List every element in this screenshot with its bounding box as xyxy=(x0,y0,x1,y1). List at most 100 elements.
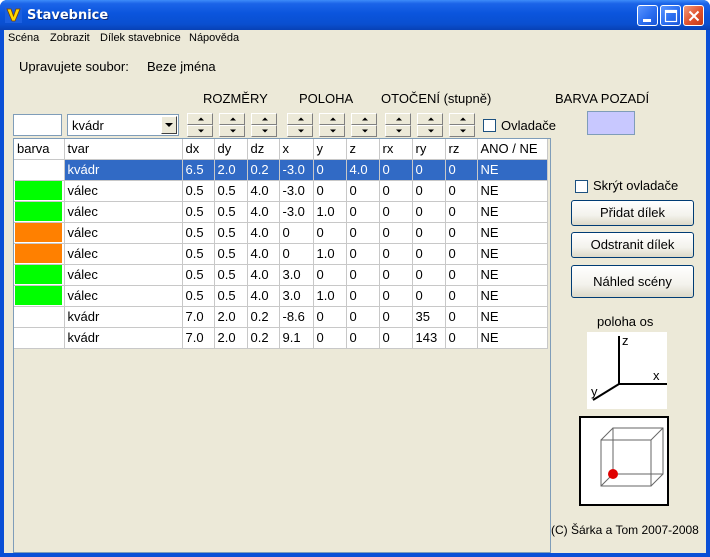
table-cell[interactable]: válec xyxy=(64,201,183,223)
table-cell[interactable]: 0 xyxy=(379,159,413,181)
table-cell[interactable]: 0 xyxy=(412,243,446,265)
spin-down-button[interactable] xyxy=(351,125,377,137)
menu-dilek-stavebnice[interactable]: Dílek stavebnice xyxy=(100,32,181,44)
table-cell[interactable]: 4.0 xyxy=(247,285,280,307)
color-cell[interactable] xyxy=(14,201,65,223)
table-cell[interactable]: 0 xyxy=(313,327,347,349)
table-cell[interactable]: 2.0 xyxy=(214,306,248,328)
spinner-ry[interactable] xyxy=(417,113,443,137)
table-cell[interactable]: 0 xyxy=(445,264,478,286)
table-cell[interactable]: 0.5 xyxy=(182,285,215,307)
table-cell[interactable]: -3.0 xyxy=(279,201,314,223)
table-cell[interactable]: 3.0 xyxy=(279,285,314,307)
spin-up-button[interactable] xyxy=(417,113,443,125)
table-cell[interactable]: kvádr xyxy=(64,327,183,349)
table-cell[interactable]: NE xyxy=(477,306,548,328)
table-cell[interactable]: 4.0 xyxy=(247,180,280,202)
color-cell[interactable] xyxy=(14,327,65,349)
spin-down-button[interactable] xyxy=(251,125,277,137)
spin-down-button[interactable] xyxy=(417,125,443,137)
spin-down-button[interactable] xyxy=(219,125,245,137)
table-cell[interactable]: válec xyxy=(64,180,183,202)
table-cell[interactable]: 0 xyxy=(313,306,347,328)
table-cell[interactable]: 0.5 xyxy=(182,264,215,286)
table-cell[interactable]: NE xyxy=(477,159,548,181)
table-cell[interactable]: 0.2 xyxy=(247,159,280,181)
menu-napoveda[interactable]: Nápověda xyxy=(189,32,239,44)
table-cell[interactable]: 0.2 xyxy=(247,327,280,349)
spin-down-button[interactable] xyxy=(319,125,345,137)
table-row[interactable]: válec 0.5 0.5 4.0 -3.0 1.0 0 0 0 0 NE xyxy=(14,201,548,223)
spinner-rx[interactable] xyxy=(385,113,411,137)
table-cell[interactable]: 7.0 xyxy=(182,327,215,349)
spinner-dy[interactable] xyxy=(219,113,245,137)
shape-color-box[interactable] xyxy=(13,114,62,136)
col-z[interactable]: z xyxy=(346,139,380,160)
spin-down-button[interactable] xyxy=(287,125,313,137)
table-cell[interactable]: 1.0 xyxy=(313,285,347,307)
close-button[interactable] xyxy=(683,5,704,26)
color-cell[interactable] xyxy=(14,180,65,202)
table-cell[interactable]: NE xyxy=(477,285,548,307)
table-row[interactable]: kvádr 7.0 2.0 0.2 -8.6 0 0 0 35 0 NE xyxy=(14,306,548,328)
spin-up-button[interactable] xyxy=(287,113,313,125)
table-row[interactable]: válec 0.5 0.5 4.0 3.0 0 0 0 0 0 NE xyxy=(14,264,548,286)
table-cell[interactable]: 0 xyxy=(445,306,478,328)
spin-down-button[interactable] xyxy=(449,125,475,137)
table-cell[interactable]: 0.5 xyxy=(214,285,248,307)
table-cell[interactable]: válec xyxy=(64,285,183,307)
title-bar[interactable]: Stavebnice xyxy=(0,0,710,30)
spinner-dx[interactable] xyxy=(187,113,213,137)
maximize-button[interactable] xyxy=(660,5,681,26)
col-rx[interactable]: rx xyxy=(379,139,413,160)
table-cell[interactable]: NE xyxy=(477,327,548,349)
table-row[interactable]: válec 0.5 0.5 4.0 -3.0 0 0 0 0 0 NE xyxy=(14,180,548,202)
table-cell[interactable]: 3.0 xyxy=(279,264,314,286)
table-cell[interactable]: 0 xyxy=(445,327,478,349)
col-tvar[interactable]: tvar xyxy=(64,139,183,160)
table-cell[interactable]: 0.5 xyxy=(182,243,215,265)
table-cell[interactable]: 0 xyxy=(412,201,446,223)
menu-zobrazit[interactable]: Zobrazit xyxy=(50,32,90,44)
table-cell[interactable]: 0 xyxy=(279,222,314,244)
table-cell[interactable]: 35 xyxy=(412,306,446,328)
spin-up-button[interactable] xyxy=(351,113,377,125)
table-cell[interactable]: 0 xyxy=(313,222,347,244)
table-cell[interactable]: 0 xyxy=(379,306,413,328)
col-ry[interactable]: ry xyxy=(412,139,446,160)
spin-up-button[interactable] xyxy=(385,113,411,125)
background-color-box[interactable] xyxy=(587,111,635,135)
color-cell[interactable] xyxy=(14,264,65,286)
table-cell[interactable]: 0 xyxy=(346,222,380,244)
ovladace-checkbox[interactable] xyxy=(483,119,496,132)
table-cell[interactable]: 2.0 xyxy=(214,327,248,349)
table-cell[interactable]: kvádr xyxy=(64,159,183,181)
pridat-dilek-button[interactable]: Přidat dílek xyxy=(571,200,694,226)
table-cell[interactable]: 0.5 xyxy=(182,201,215,223)
table-cell[interactable]: 4.0 xyxy=(247,222,280,244)
spin-up-button[interactable] xyxy=(319,113,345,125)
table-cell[interactable]: 0.5 xyxy=(182,222,215,244)
color-cell[interactable] xyxy=(14,285,65,307)
table-cell[interactable]: NE xyxy=(477,222,548,244)
table-cell[interactable]: 6.5 xyxy=(182,159,215,181)
table-cell[interactable]: 0 xyxy=(379,180,413,202)
table-cell[interactable]: 0 xyxy=(412,264,446,286)
col-barva[interactable]: barva xyxy=(14,139,65,160)
table-row[interactable]: válec 0.5 0.5 4.0 0 1.0 0 0 0 0 NE xyxy=(14,243,548,265)
table-cell[interactable]: 0 xyxy=(412,285,446,307)
table-cell[interactable]: 4.0 xyxy=(346,159,380,181)
col-x[interactable]: x xyxy=(279,139,314,160)
table-cell[interactable]: 0 xyxy=(379,327,413,349)
table-cell[interactable]: 0.5 xyxy=(182,180,215,202)
table-cell[interactable]: NE xyxy=(477,201,548,223)
table-cell[interactable]: válec xyxy=(64,243,183,265)
table-cell[interactable]: 0.5 xyxy=(214,243,248,265)
table-cell[interactable]: 0 xyxy=(313,180,347,202)
table-cell[interactable]: 0 xyxy=(412,222,446,244)
spin-up-button[interactable] xyxy=(449,113,475,125)
menu-scena[interactable]: Scéna xyxy=(8,32,39,44)
spin-down-button[interactable] xyxy=(187,125,213,137)
table-cell[interactable]: 0 xyxy=(445,222,478,244)
table-cell[interactable]: 0 xyxy=(346,243,380,265)
